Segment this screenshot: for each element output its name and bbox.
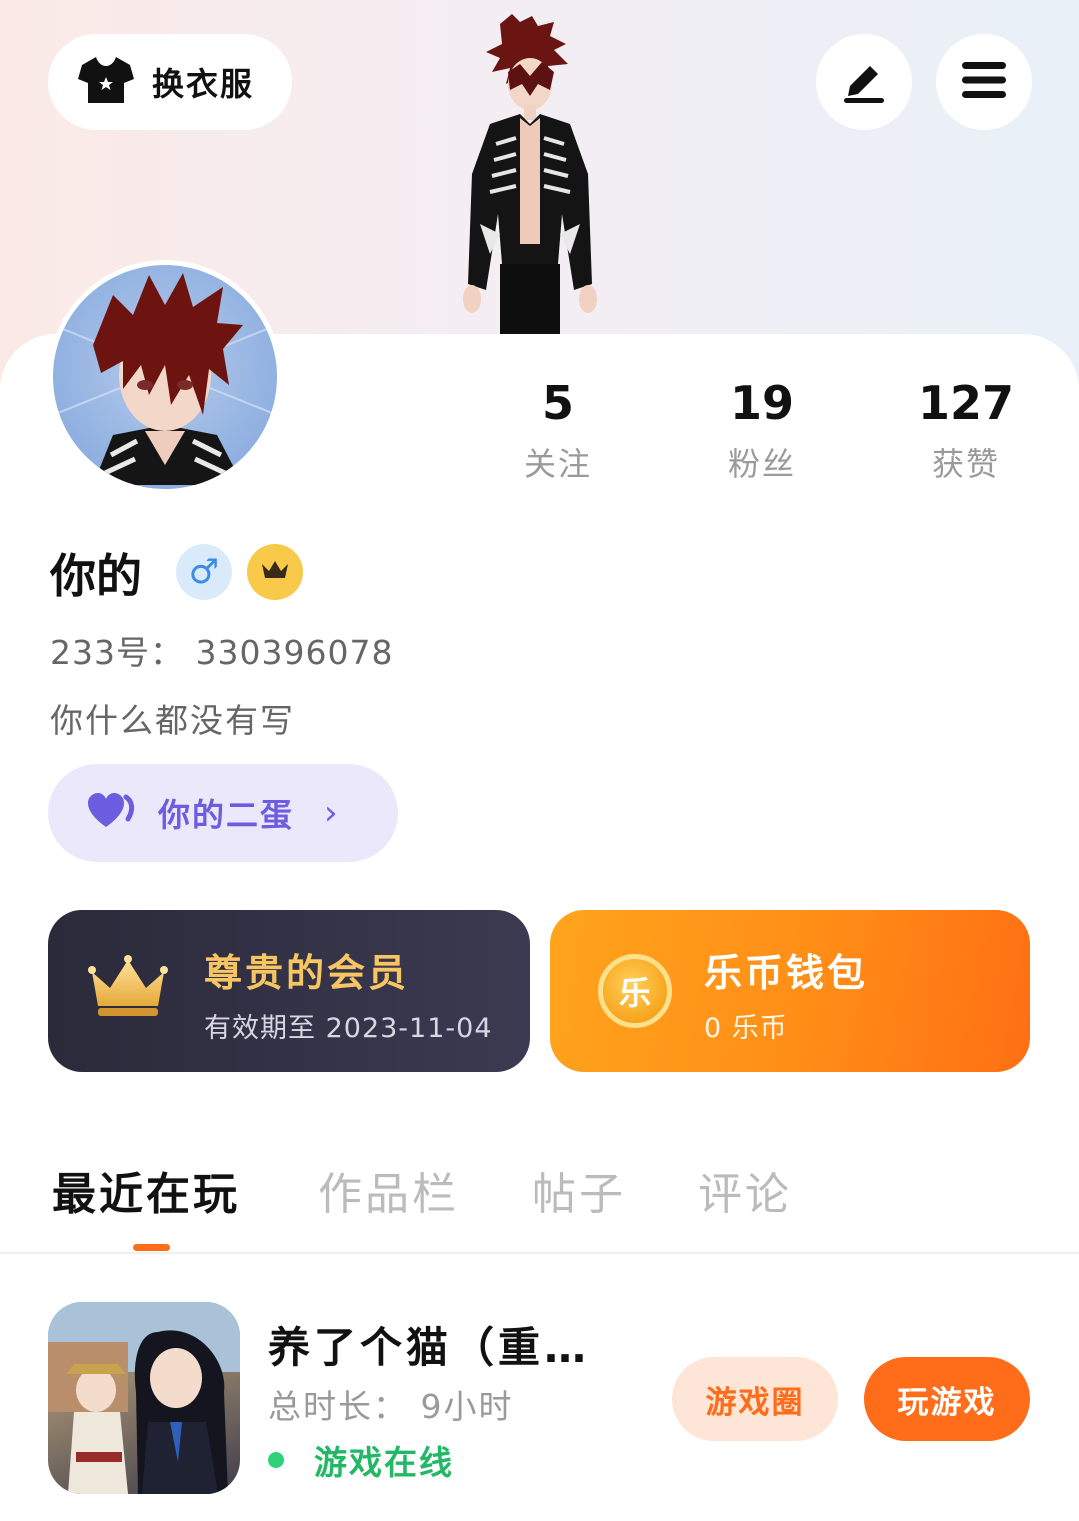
wallet-balance: 0 乐币 (704, 1013, 788, 1044)
tab-comments[interactable]: 评论 (698, 1158, 792, 1222)
chevron-right-icon: › (324, 793, 338, 833)
online-dot-icon (268, 1452, 284, 1468)
bio-text: 你什么都没有写 (50, 701, 295, 740)
character-figure[interactable] (450, 14, 610, 334)
edit-profile-button[interactable] (816, 34, 912, 130)
game-online-status: 游戏在线 (268, 1436, 454, 1484)
game-circle-button[interactable]: 游戏圈 (672, 1357, 838, 1441)
avatar[interactable] (48, 260, 282, 494)
crown-icon (260, 558, 290, 586)
heart-icon (88, 793, 136, 833)
male-gender-icon: ♂ (176, 544, 232, 600)
likes-count: 127 (917, 376, 1015, 430)
your-egg-label: 你的二蛋 (158, 796, 295, 834)
followers-stat[interactable]: 19 粉丝 (682, 375, 842, 485)
game-duration: 总时长： 9小时 (268, 1387, 514, 1426)
menu-button[interactable] (936, 34, 1032, 130)
coin-icon: 乐 (598, 954, 672, 1028)
coin-wallet-card[interactable]: 乐 乐币钱包 0 乐币 (550, 910, 1030, 1072)
wallet-title: 乐币钱包 (704, 951, 869, 995)
tab-works[interactable]: 作品栏 (318, 1158, 459, 1222)
vip-crown-badge[interactable] (247, 544, 303, 600)
tab-posts[interactable]: 帖子 (532, 1158, 626, 1222)
game-thumbnail[interactable] (48, 1302, 240, 1494)
tab-recent-played[interactable]: 最近在玩 (52, 1158, 240, 1222)
likes-stat[interactable]: 127 获赞 (886, 375, 1046, 485)
change-outfit-label: 换衣服 (152, 65, 255, 103)
following-count: 5 (541, 376, 574, 430)
vip-title: 尊贵的会员 (204, 951, 410, 995)
following-label: 关注 (523, 445, 592, 483)
tshirt-icon (78, 55, 134, 109)
play-game-button[interactable]: 玩游戏 (864, 1357, 1030, 1441)
likes-label: 获赞 (931, 445, 1000, 483)
followers-count: 19 (729, 376, 794, 430)
gold-crown-icon (88, 954, 168, 1024)
menu-icon (960, 60, 1008, 104)
tab-divider (0, 1252, 1079, 1254)
vip-membership-card[interactable]: 尊贵的会员 有效期至 2023-11-04 (48, 910, 530, 1072)
change-outfit-button[interactable]: 换衣服 (48, 34, 292, 130)
game-status-label: 游戏在线 (314, 1443, 454, 1482)
user-id: 233号： 330396078 (50, 633, 394, 672)
game-title[interactable]: 养了个猫（重… (268, 1314, 590, 1375)
following-stat[interactable]: 5 关注 (478, 375, 638, 485)
active-tab-indicator (133, 1244, 170, 1251)
vip-expiry: 有效期至 2023-11-04 (204, 1013, 493, 1044)
followers-label: 粉丝 (727, 445, 796, 483)
pencil-icon (840, 56, 888, 108)
profile-name: 你的 (50, 549, 142, 603)
your-egg-button[interactable]: 你的二蛋 › (48, 764, 398, 862)
